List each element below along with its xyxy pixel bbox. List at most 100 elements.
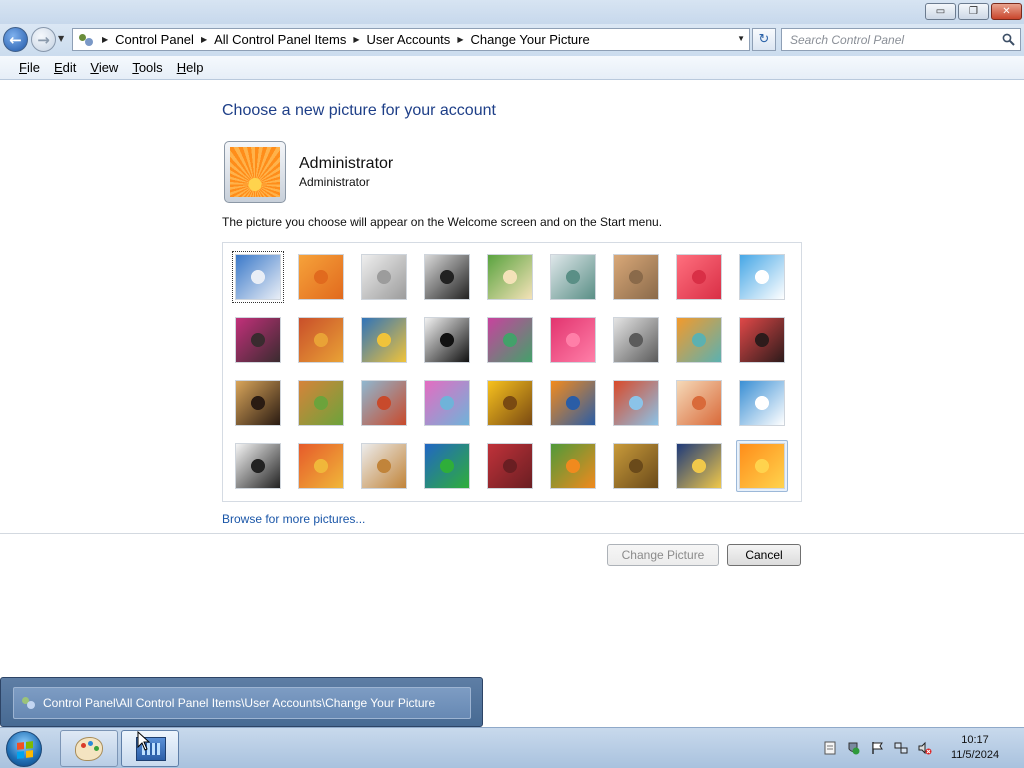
windows-logo-icon (17, 741, 33, 759)
picture-tile-sailboat[interactable] (736, 377, 788, 429)
maximize-button[interactable]: ❐ (958, 3, 989, 20)
picture-tile-leaf[interactable] (358, 314, 410, 366)
picture-tile-fabric[interactable] (295, 314, 347, 366)
volume-muted-icon[interactable] (918, 741, 932, 755)
chevron-right-icon[interactable]: ▶ (457, 35, 463, 44)
menu-edit[interactable]: Edit (47, 60, 83, 75)
action-center-flag-icon[interactable] (870, 741, 884, 755)
picture-tile-pinwheel[interactable] (736, 251, 788, 303)
main-content: Choose a new picture for your account Ad… (0, 80, 1024, 703)
search-icon[interactable] (1002, 33, 1015, 46)
picture-tile-gyroscope[interactable] (547, 251, 599, 303)
puppy-picture (298, 380, 344, 426)
thumbnail-window-item[interactable]: Control Panel\All Control Panel Items\Us… (13, 687, 471, 719)
network-icon[interactable] (894, 741, 908, 755)
current-account-picture (224, 141, 286, 203)
taskbar-paint-button[interactable] (60, 730, 118, 767)
picture-tile-crayons[interactable] (484, 314, 536, 366)
menu-file[interactable]: File (12, 60, 47, 75)
picture-tile-lucky-cat[interactable] (484, 251, 536, 303)
picture-tile-puppy[interactable] (295, 377, 347, 429)
weave-picture (298, 443, 344, 489)
chevron-right-icon[interactable]: ▶ (201, 35, 207, 44)
picture-tile-marbles[interactable] (358, 440, 410, 492)
picture-tile-flower[interactable] (673, 251, 725, 303)
menu-view[interactable]: View (83, 60, 125, 75)
picture-tile-turntable[interactable] (421, 251, 473, 303)
flower-picture (230, 147, 280, 197)
picture-tile-jacks[interactable] (610, 314, 662, 366)
guitar-picture (235, 380, 281, 426)
document-icon[interactable] (823, 741, 837, 755)
back-button[interactable]: ← (3, 27, 28, 52)
sailboat-picture (739, 380, 785, 426)
paint-palette-icon (75, 737, 103, 761)
butterfly-picture (550, 443, 596, 489)
browse-more-pictures-link[interactable]: Browse for more pictures... (222, 512, 365, 526)
picture-tile-roller-coaster[interactable] (232, 251, 284, 303)
picture-tile-butterfly[interactable] (547, 440, 599, 492)
ball-picture (235, 317, 281, 363)
starburst-picture (550, 317, 596, 363)
recent-pages-dropdown[interactable]: ▼ (58, 34, 64, 43)
breadcrumb-change-your-picture[interactable]: Change Your Picture (470, 32, 589, 47)
forward-button[interactable]: → (31, 27, 56, 52)
breadcrumb-user-accounts[interactable]: User Accounts (366, 32, 450, 47)
change-picture-button[interactable]: Change Picture (607, 544, 719, 566)
clock[interactable]: 10:17 11/5/2024 (940, 733, 1010, 763)
picture-tile-weave[interactable] (295, 440, 347, 492)
navigation-bar: ← → ▼ ▶ Control Panel ▶ All Control Pane… (0, 24, 1024, 56)
picture-tile-scarf[interactable] (421, 377, 473, 429)
picture-tile-tapestry[interactable] (484, 440, 536, 492)
menu-help[interactable]: Help (170, 60, 211, 75)
picture-tile-tin-robot[interactable] (358, 377, 410, 429)
picture-tile-spiral[interactable] (610, 440, 662, 492)
menu-tools[interactable]: Tools (125, 60, 169, 75)
window-picture (424, 443, 470, 489)
turntable-picture (424, 254, 470, 300)
breadcrumb-all-control-panel-items[interactable]: All Control Panel Items (214, 32, 346, 47)
pinwheel-picture (739, 254, 785, 300)
chevron-right-icon[interactable]: ▶ (353, 35, 359, 44)
picture-tile-origami[interactable] (736, 314, 788, 366)
picture-tile-guitar[interactable] (232, 377, 284, 429)
picture-tile-starfish[interactable] (295, 251, 347, 303)
account-name: Administrator (299, 155, 394, 172)
roller-coaster-picture (235, 254, 281, 300)
search-placeholder: Search Control Panel (790, 32, 905, 47)
picture-tile-starburst[interactable] (547, 314, 599, 366)
search-input[interactable]: Search Control Panel (781, 28, 1021, 51)
picture-tile-dog[interactable] (421, 314, 473, 366)
divider (0, 533, 1024, 534)
picture-tile-lighthouse[interactable] (673, 440, 725, 492)
description-text: The picture you choose will appear on th… (222, 215, 663, 229)
picture-tile-stairs[interactable] (673, 314, 725, 366)
close-button[interactable]: ✕ (991, 3, 1022, 20)
security-shield-icon[interactable] (846, 741, 860, 755)
picture-tile-robot[interactable] (358, 251, 410, 303)
thumbnail-title: Control Panel\All Control Panel Items\Us… (43, 696, 436, 710)
picture-tile-window[interactable] (421, 440, 473, 492)
page-title: Choose a new picture for your account (222, 102, 496, 119)
start-button[interactable] (6, 731, 42, 767)
picture-tile-balloon[interactable] (610, 377, 662, 429)
picture-tile-fish[interactable] (547, 377, 599, 429)
jacks-picture (613, 317, 659, 363)
lighthouse-picture (676, 443, 722, 489)
picture-tile-sunflower[interactable] (484, 377, 536, 429)
chevron-right-icon[interactable]: ▶ (102, 35, 108, 44)
refresh-button[interactable]: ↻ (752, 28, 776, 51)
cancel-button[interactable]: Cancel (727, 544, 801, 566)
breadcrumb-control-panel[interactable]: Control Panel (115, 32, 194, 47)
picture-tile-orange-flower[interactable] (736, 440, 788, 492)
picture-tile-ball[interactable] (232, 314, 284, 366)
marbles-picture (361, 443, 407, 489)
picture-tile-soccer-ball[interactable] (232, 440, 284, 492)
starfish-picture (298, 254, 344, 300)
picture-tile-kitten[interactable] (610, 251, 662, 303)
minimize-button[interactable]: ▭ (925, 3, 956, 20)
picture-tile-doll[interactable] (673, 377, 725, 429)
crayons-picture (487, 317, 533, 363)
address-bar[interactable]: ▶ Control Panel ▶ All Control Panel Item… (72, 28, 750, 51)
address-dropdown-icon[interactable]: ▼ (737, 34, 745, 43)
